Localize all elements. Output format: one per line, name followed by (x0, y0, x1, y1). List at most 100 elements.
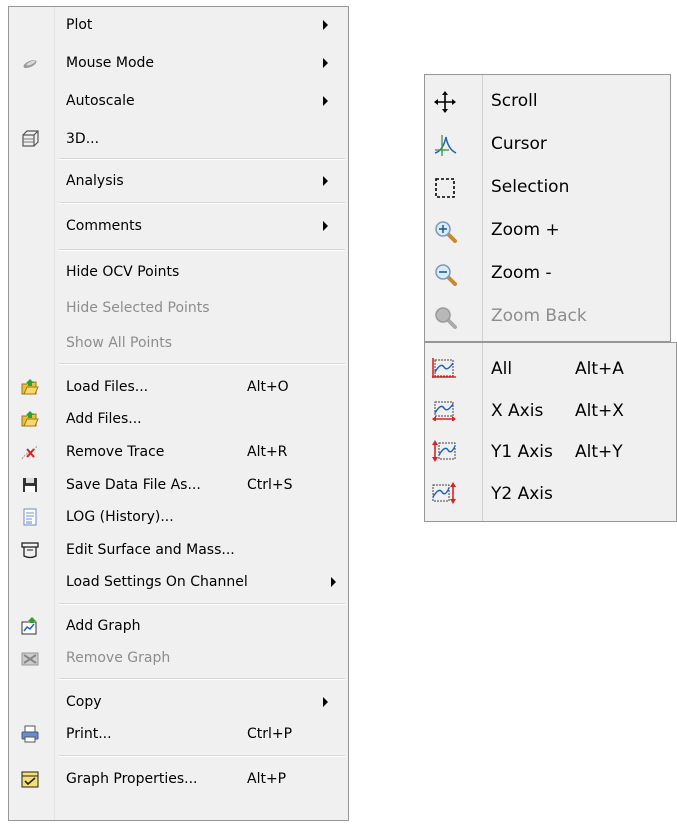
menu-item-3d[interactable]: 3D... (9, 127, 348, 151)
surface-icon (21, 541, 39, 559)
menu-item-print[interactable]: Print... Ctrl+P (9, 722, 348, 746)
menu-item-graph-properties[interactable]: Graph Properties... Alt+P (9, 767, 348, 791)
menu-item-label: Autoscale (66, 93, 135, 109)
menu-item-remove-graph[interactable]: Remove Graph (9, 646, 348, 670)
menu-item-hide-selected-points[interactable]: Hide Selected Points (9, 296, 348, 320)
menu-item-label: Comments (66, 218, 142, 234)
menu-separator (59, 603, 345, 605)
menu-item-label: Hide OCV Points (66, 264, 180, 280)
menu-item-mouse-mode[interactable]: Mouse Mode (9, 51, 348, 75)
menu-item-label: Hide Selected Points (66, 300, 210, 316)
menu-item-selection[interactable]: Selection (425, 167, 670, 207)
cursor-peak-icon (433, 133, 457, 157)
menu-item-label: All (491, 359, 513, 379)
menu-separator (59, 678, 345, 680)
menu-separator (59, 755, 345, 757)
menu-item-plot[interactable]: Plot (9, 13, 348, 37)
autoscale-all-icon (431, 357, 457, 379)
3d-box-icon (21, 130, 39, 148)
menu-item-autoscale-x[interactable]: X Axis Alt+X (425, 391, 676, 429)
add-graph-icon (21, 617, 39, 635)
eraser-icon (21, 54, 39, 72)
menu-item-label: Load Files... (66, 379, 149, 395)
menu-item-label: Scroll (491, 91, 538, 111)
menu-item-label: Print... (66, 726, 112, 742)
menu-item-label: Analysis (66, 173, 124, 189)
menu-item-save-data-file[interactable]: Save Data File As... Ctrl+S (9, 473, 348, 497)
menu-item-label: Save Data File As... (66, 477, 201, 493)
menu-item-label: Load Settings On Channel (66, 574, 248, 590)
menu-item-label: Add Graph (66, 618, 141, 634)
menu-item-shortcut: Alt+R (247, 444, 288, 460)
floppy-icon (21, 476, 39, 494)
menu-item-label: Copy (66, 694, 102, 710)
menu-item-log-history[interactable]: LOG (History)... (9, 505, 348, 529)
menu-item-shortcut: Ctrl+S (247, 477, 293, 493)
menu-item-shortcut: Alt+Y (575, 442, 623, 462)
menu-item-label: Remove Trace (66, 444, 165, 460)
log-document-icon (21, 508, 39, 526)
menu-item-shortcut: Ctrl+P (247, 726, 293, 742)
autoscale-x-icon (431, 399, 457, 421)
menu-item-zoom-out[interactable]: Zoom - (425, 253, 670, 293)
submenu-arrow-icon (323, 176, 328, 186)
autoscale-submenu: All Alt+A X Axis Alt+X Y1 Axis Alt+Y Y2 … (424, 342, 677, 522)
menu-item-autoscale-y2[interactable]: Y2 Axis (425, 474, 676, 512)
scroll-move-icon (433, 90, 457, 114)
menu-item-label: Edit Surface and Mass... (66, 542, 235, 558)
graph-properties-icon (21, 770, 39, 788)
remove-graph-icon (21, 649, 39, 667)
menu-item-label: Show All Points (66, 335, 173, 351)
menu-separator (59, 202, 345, 204)
menu-item-add-graph[interactable]: Add Graph (9, 614, 348, 638)
menu-item-add-files[interactable]: Add Files... (9, 407, 348, 431)
menu-item-shortcut: Alt+O (247, 379, 289, 395)
menu-item-label: LOG (History)... (66, 509, 174, 525)
menu-item-copy[interactable]: Copy (9, 690, 348, 714)
menu-item-label: Graph Properties... (66, 771, 198, 787)
submenu-arrow-icon (331, 577, 336, 587)
menu-item-shortcut: Alt+A (575, 359, 624, 379)
menu-item-zoom-in[interactable]: Zoom + (425, 210, 670, 250)
menu-item-autoscale-all[interactable]: All Alt+A (425, 349, 676, 387)
remove-trace-icon (21, 443, 39, 461)
submenu-arrow-icon (323, 221, 328, 231)
menu-item-analysis[interactable]: Analysis (9, 169, 348, 193)
menu-item-comments[interactable]: Comments (9, 214, 348, 238)
zoom-in-icon (433, 219, 457, 243)
menu-item-label: Selection (491, 177, 570, 197)
menu-item-load-files[interactable]: Load Files... Alt+O (9, 375, 348, 399)
menu-separator (59, 158, 345, 160)
menu-item-edit-surface-mass[interactable]: Edit Surface and Mass... (9, 538, 348, 562)
menu-item-load-settings-on-channel[interactable]: Load Settings On Channel (9, 570, 348, 594)
menu-item-show-all-points[interactable]: Show All Points (9, 331, 348, 355)
menu-item-zoom-back[interactable]: Zoom Back (425, 296, 670, 336)
menu-item-remove-trace[interactable]: Remove Trace Alt+R (9, 440, 348, 464)
menu-item-label: Plot (66, 17, 93, 33)
menu-item-label: X Axis (491, 401, 544, 421)
menu-item-label: Mouse Mode (66, 55, 155, 71)
submenu-arrow-icon (323, 20, 328, 30)
menu-item-scroll[interactable]: Scroll (425, 81, 670, 121)
context-menu: Plot Mouse Mode Autoscale 3D... Analysis… (8, 6, 349, 821)
submenu-arrow-icon (323, 58, 328, 68)
menu-item-label: Remove Graph (66, 650, 171, 666)
selection-rect-icon (433, 176, 457, 200)
menu-item-autoscale[interactable]: Autoscale (9, 89, 348, 113)
menu-item-label: Zoom + (491, 220, 560, 240)
menu-item-label: Y1 Axis (491, 442, 553, 462)
menu-item-label: Cursor (491, 134, 547, 154)
menu-item-shortcut: Alt+P (247, 771, 287, 787)
menu-item-label: Add Files... (66, 411, 142, 427)
menu-item-label: Zoom Back (491, 306, 587, 326)
menu-item-label: Y2 Axis (491, 484, 553, 504)
menu-item-autoscale-y1[interactable]: Y1 Axis Alt+Y (425, 432, 676, 470)
autoscale-y1-icon (431, 440, 457, 462)
menu-item-hide-ocv-points[interactable]: Hide OCV Points (9, 260, 348, 284)
folder-add-icon (21, 410, 39, 428)
zoom-out-icon (433, 262, 457, 286)
zoom-back-icon (433, 305, 457, 329)
menu-item-label: Zoom - (491, 263, 552, 283)
menu-separator (59, 363, 345, 365)
menu-item-cursor[interactable]: Cursor (425, 124, 670, 164)
